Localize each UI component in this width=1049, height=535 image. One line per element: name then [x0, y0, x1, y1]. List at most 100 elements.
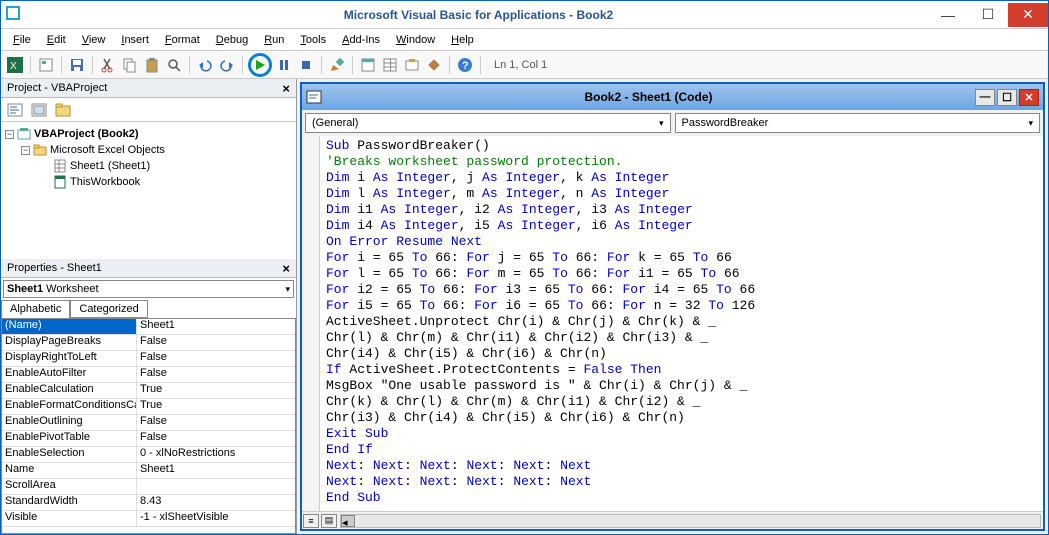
property-row[interactable]: DisplayRightToLeftFalse [2, 351, 295, 367]
property-value[interactable]: 0 - xlNoRestrictions [137, 447, 295, 462]
menu-file[interactable]: File [5, 32, 39, 48]
property-value[interactable]: False [137, 431, 295, 446]
separator-icon [352, 56, 353, 74]
full-module-view-icon[interactable]: ▤ [321, 514, 337, 528]
toolbox-icon[interactable] [424, 55, 444, 75]
break-icon[interactable] [274, 55, 294, 75]
minimize-button[interactable]: — [928, 3, 968, 27]
tree-folder[interactable]: − Microsoft Excel Objects [5, 142, 292, 158]
project-panel-header: Project - VBAProject × [1, 79, 296, 98]
property-row[interactable]: EnableAutoFilterFalse [2, 367, 295, 383]
copy-icon[interactable] [120, 55, 140, 75]
property-row[interactable]: (Name)Sheet1 [2, 319, 295, 335]
property-value[interactable]: False [137, 351, 295, 366]
property-row[interactable]: EnableSelection0 - xlNoRestrictions [2, 447, 295, 463]
view-excel-icon[interactable]: X [5, 55, 25, 75]
property-value[interactable] [137, 479, 295, 494]
menu-run[interactable]: Run [256, 32, 292, 48]
code-maximize-button[interactable]: ☐ [997, 89, 1017, 106]
tree-project-root[interactable]: − VBAProject (Book2) [5, 126, 292, 142]
code-minimize-button[interactable]: — [975, 89, 995, 106]
redo-icon[interactable] [217, 55, 237, 75]
tab-alphabetic[interactable]: Alphabetic [1, 300, 70, 318]
save-icon[interactable] [67, 55, 87, 75]
title-text: Microsoft Visual Basic for Applications … [29, 8, 928, 22]
property-row[interactable]: StandardWidth8.43 [2, 495, 295, 511]
tree-workbook-label: ThisWorkbook [70, 176, 140, 188]
toggle-folders-icon[interactable] [53, 100, 73, 120]
close-panel-icon[interactable]: × [282, 81, 290, 96]
property-row[interactable]: NameSheet1 [2, 463, 295, 479]
code-close-button[interactable]: ✕ [1019, 89, 1039, 106]
close-panel-icon[interactable]: × [282, 261, 290, 276]
menu-tools[interactable]: Tools [292, 32, 334, 48]
property-row[interactable]: DisplayPageBreaksFalse [2, 335, 295, 351]
properties-icon[interactable] [380, 55, 400, 75]
maximize-button[interactable]: ☐ [968, 3, 1008, 27]
property-row[interactable]: EnableOutliningFalse [2, 415, 295, 431]
project-panel: Project - VBAProject × − VBAProject (Boo… [1, 79, 296, 259]
property-row[interactable]: EnableCalculationTrue [2, 383, 295, 399]
object-combo[interactable]: (General) ▾ [305, 113, 671, 133]
property-value[interactable]: False [137, 367, 295, 382]
reset-icon[interactable] [296, 55, 316, 75]
property-value[interactable]: 8.43 [137, 495, 295, 510]
find-icon[interactable] [164, 55, 184, 75]
horizontal-scrollbar[interactable]: ◂ [340, 514, 1041, 528]
workbook-icon [53, 175, 67, 189]
project-explorer-icon[interactable] [358, 55, 378, 75]
tree-thisworkbook[interactable]: ThisWorkbook [5, 174, 292, 190]
help-icon[interactable]: ? [455, 55, 475, 75]
property-value[interactable]: False [137, 415, 295, 430]
code-area: Book2 - Sheet1 (Code) — ☐ ✕ (General) ▾ … [297, 79, 1048, 534]
property-value[interactable]: False [137, 335, 295, 350]
paste-icon[interactable] [142, 55, 162, 75]
code-window: Book2 - Sheet1 (Code) — ☐ ✕ (General) ▾ … [300, 82, 1045, 531]
property-name: EnableFormatConditionsCalculation [2, 399, 137, 414]
left-panel: Project - VBAProject × − VBAProject (Boo… [1, 79, 297, 534]
property-value[interactable]: True [137, 399, 295, 414]
tree-sheet-label: Sheet1 (Sheet1) [70, 160, 150, 172]
property-value[interactable]: Sheet1 [137, 319, 295, 334]
menu-format[interactable]: Format [157, 32, 208, 48]
properties-grid[interactable]: (Name)Sheet1DisplayPageBreaksFalseDispla… [1, 318, 296, 534]
cut-icon[interactable] [98, 55, 118, 75]
property-value[interactable]: Sheet1 [137, 463, 295, 478]
properties-tabs: Alphabetic Categorized [1, 300, 296, 318]
view-object-icon[interactable] [29, 100, 49, 120]
run-button-highlight [248, 53, 272, 77]
menu-window[interactable]: Window [388, 32, 443, 48]
object-selector[interactable]: Sheet1 Worksheet ▾ [3, 280, 294, 298]
menu-insert[interactable]: Insert [113, 32, 157, 48]
design-mode-icon[interactable] [327, 55, 347, 75]
run-icon[interactable] [251, 55, 269, 75]
scroll-left-icon[interactable]: ◂ [341, 515, 355, 527]
property-value[interactable]: -1 - xlSheetVisible [137, 511, 295, 526]
tree-sheet1[interactable]: Sheet1 (Sheet1) [5, 158, 292, 174]
code-window-icon [306, 89, 322, 105]
property-row[interactable]: EnablePivotTableFalse [2, 431, 295, 447]
chevron-down-icon: ▾ [285, 284, 290, 295]
undo-icon[interactable] [195, 55, 215, 75]
property-row[interactable]: ScrollArea [2, 479, 295, 495]
code-editor[interactable]: Sub PasswordBreaker() 'Breaks worksheet … [320, 136, 1043, 511]
procedure-view-icon[interactable]: ≡ [303, 514, 319, 528]
project-tree[interactable]: − VBAProject (Book2) − Microsoft Excel O… [1, 122, 296, 259]
property-row[interactable]: Visible-1 - xlSheetVisible [2, 511, 295, 527]
tab-categorized[interactable]: Categorized [70, 300, 147, 318]
procedure-combo[interactable]: PasswordBreaker ▾ [675, 113, 1041, 133]
menu-debug[interactable]: Debug [208, 32, 256, 48]
menu-edit[interactable]: Edit [39, 32, 74, 48]
window-controls: — ☐ ✕ [928, 3, 1048, 27]
menu-add-ins[interactable]: Add-Ins [334, 32, 388, 48]
menu-help[interactable]: Help [443, 32, 482, 48]
property-value[interactable]: True [137, 383, 295, 398]
object-browser-icon[interactable] [402, 55, 422, 75]
expander-icon[interactable]: − [21, 146, 30, 155]
close-button[interactable]: ✕ [1008, 3, 1048, 27]
menu-view[interactable]: View [74, 32, 114, 48]
view-code-icon[interactable] [5, 100, 25, 120]
expander-icon[interactable]: − [5, 130, 14, 139]
property-row[interactable]: EnableFormatConditionsCalculationTrue [2, 399, 295, 415]
insert-module-icon[interactable] [36, 55, 56, 75]
